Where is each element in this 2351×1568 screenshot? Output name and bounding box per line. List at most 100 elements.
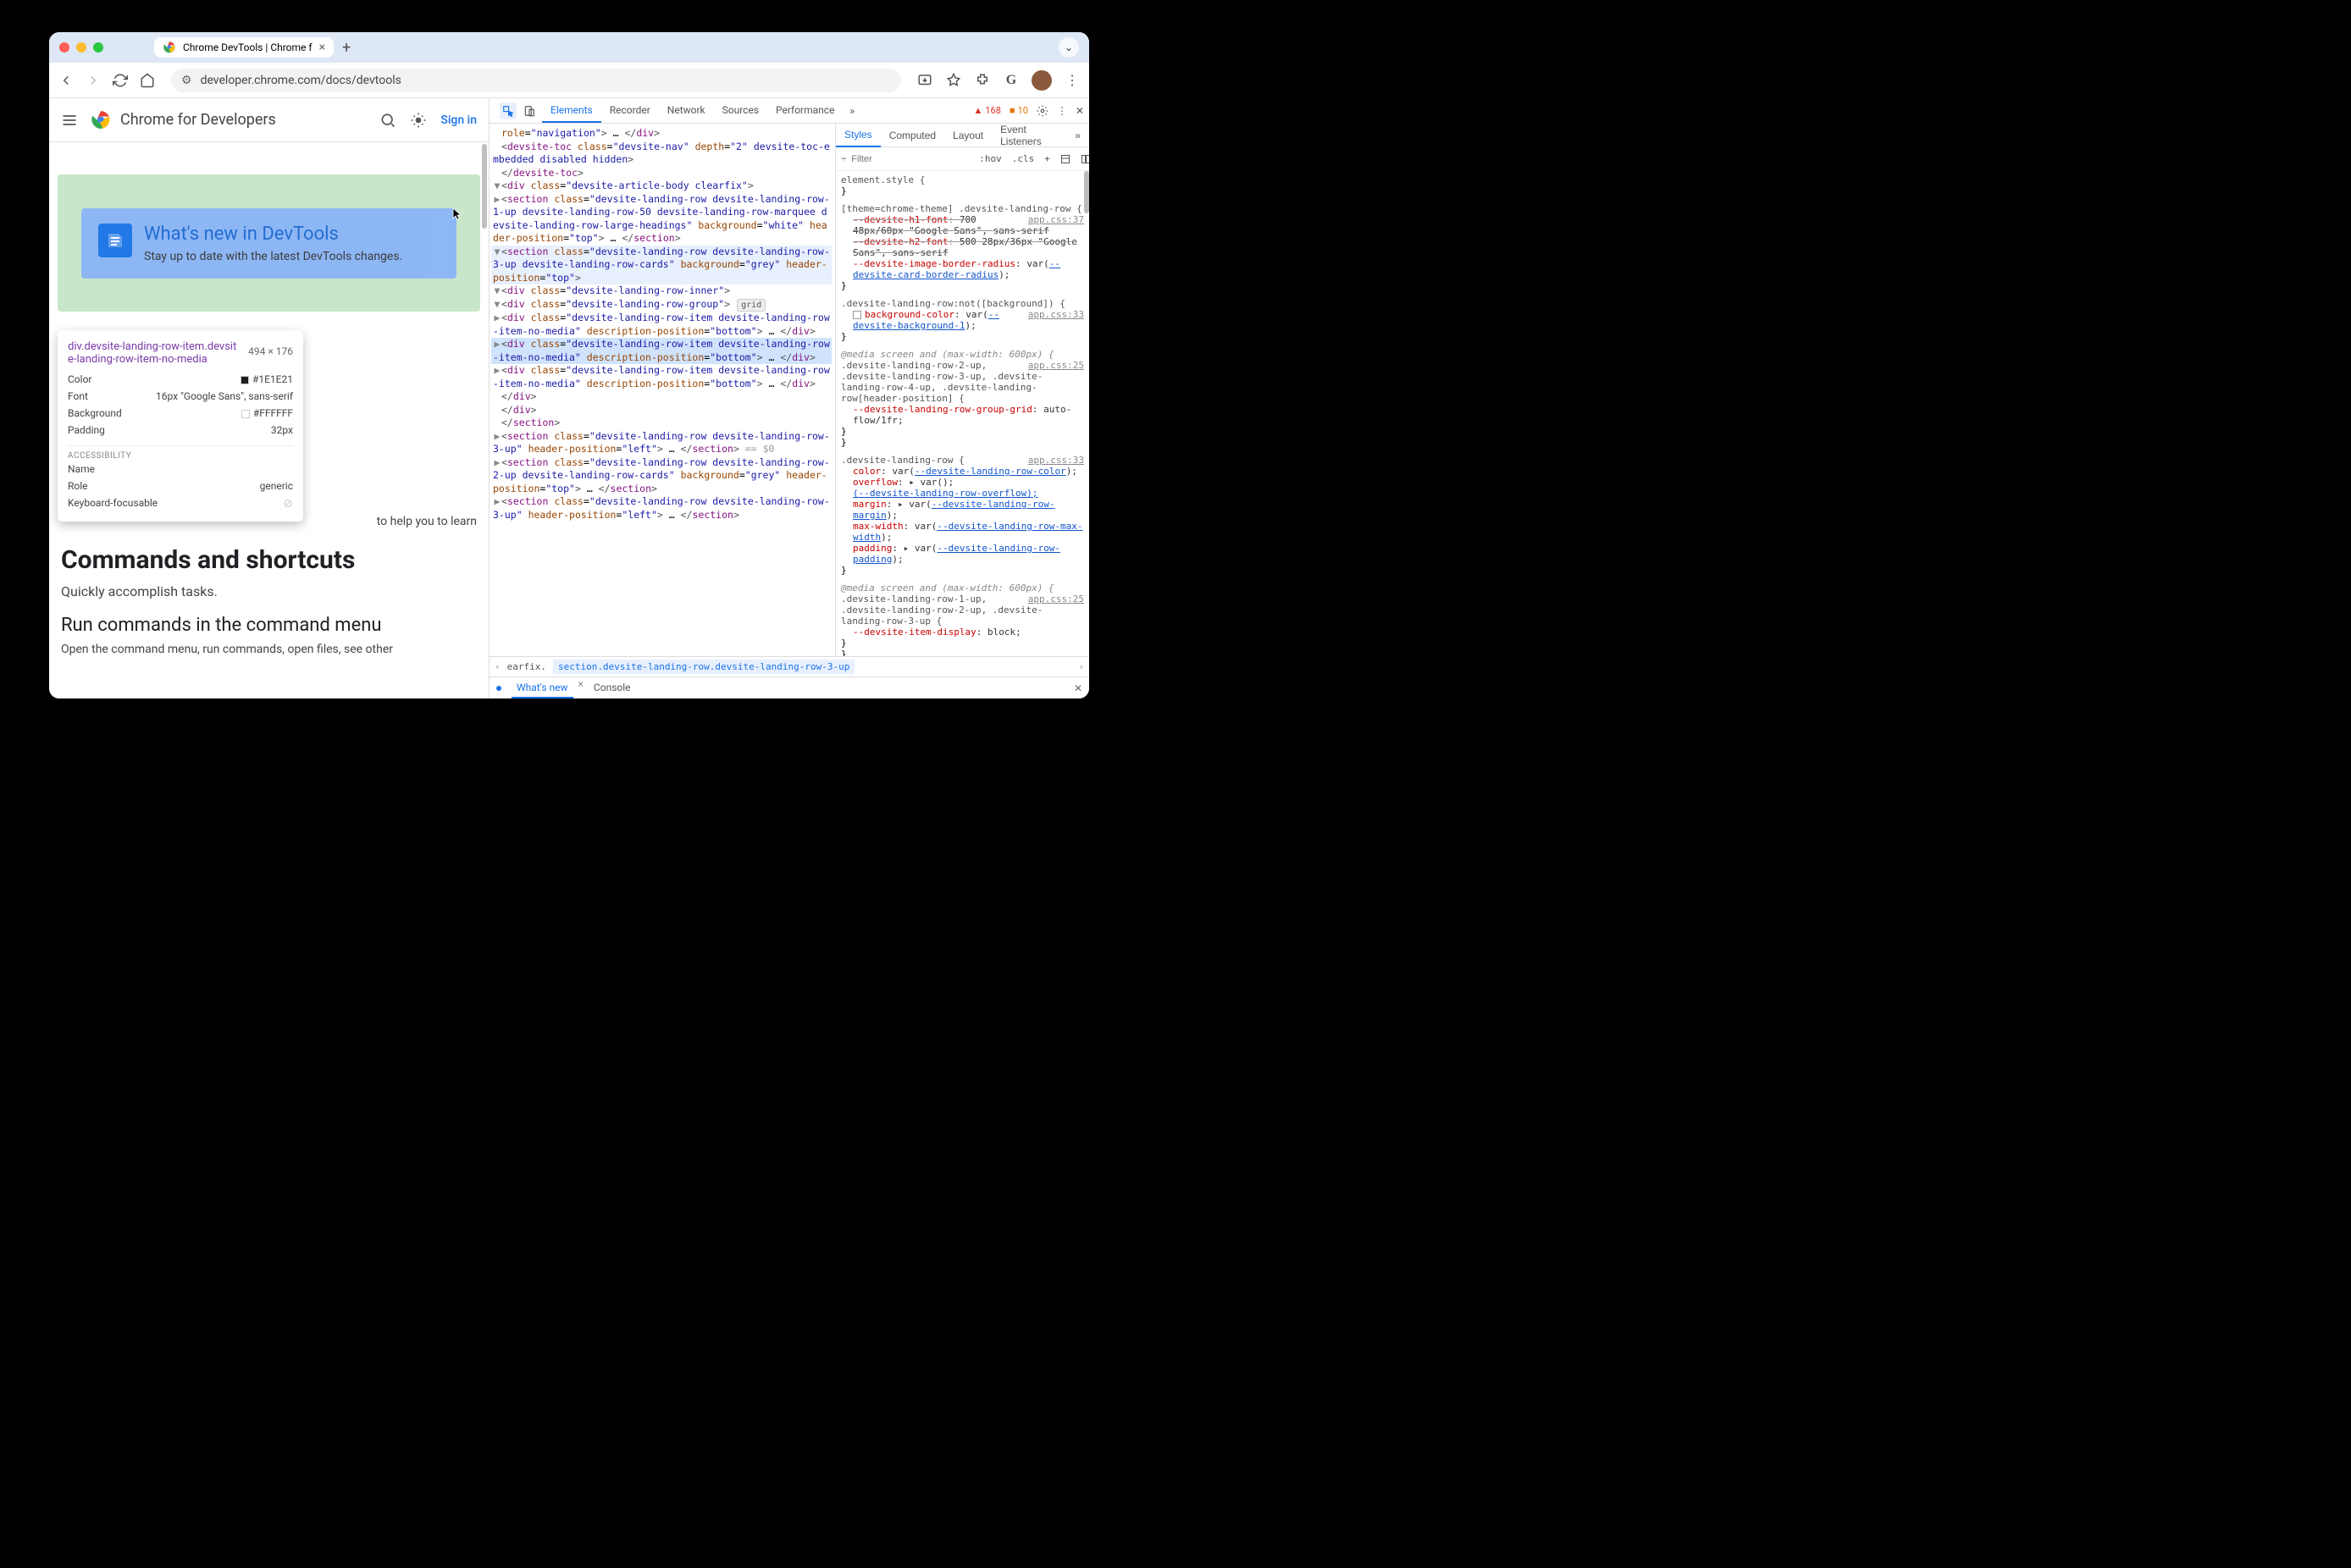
dom-node[interactable]: <devsite-toc class="devsite-nav" depth="… <box>491 141 832 167</box>
inspect-element-icon[interactable] <box>500 102 517 119</box>
reload-button[interactable] <box>112 72 129 89</box>
page-scrollbar[interactable] <box>482 144 487 229</box>
content-split: Chrome for Developers Sign in <box>49 98 1089 698</box>
error-count[interactable]: ▲168 <box>973 105 1000 116</box>
tabs-dropdown-button[interactable]: ⌄ <box>1059 37 1079 58</box>
devtools-body: role="navigation"> … </div> <devsite-toc… <box>490 124 1089 656</box>
new-tab-button[interactable]: + <box>342 39 351 57</box>
dom-node[interactable]: ▶<div class="devsite-landing-row-item de… <box>491 338 832 364</box>
tt-color-value: #1E1E21 <box>252 373 293 385</box>
dom-node[interactable]: </div> <box>491 404 832 417</box>
dom-node[interactable]: ▼<div class="devsite-landing-row-group">… <box>491 298 832 312</box>
home-button[interactable] <box>139 72 156 89</box>
styles-more-tabs-icon[interactable]: » <box>1066 124 1089 146</box>
close-window-button[interactable] <box>59 42 69 52</box>
styles-filter-input[interactable] <box>851 154 971 164</box>
dom-node[interactable]: role="navigation"> … </div> <box>491 127 832 141</box>
titlebar: Chrome DevTools | Chrome f × + ⌄ <box>49 32 1089 63</box>
more-tabs-icon[interactable]: » <box>844 105 860 117</box>
bookmark-icon[interactable] <box>945 72 962 89</box>
browser-window: Chrome DevTools | Chrome f × + ⌄ ⚙ devel… <box>49 32 1089 698</box>
dom-node[interactable]: ▶<div class="devsite-landing-row-item de… <box>491 312 832 338</box>
dom-node[interactable]: ▼<div class="devsite-landing-row-inner"> <box>491 284 832 298</box>
tt-padding-label: Padding <box>68 424 105 436</box>
breadcrumb-scroll-right-icon[interactable]: › <box>1078 661 1084 672</box>
devtools-tab-sources[interactable]: Sources <box>714 99 767 123</box>
styles-scrollbar[interactable] <box>1084 171 1089 213</box>
inspector-tooltip: div.devsite-landing-row-item.devsite-lan… <box>58 330 303 522</box>
devtools-tab-network[interactable]: Network <box>659 99 714 123</box>
whatsnew-card[interactable]: What's new in DevTools Stay up to date w… <box>58 174 480 312</box>
maximize-window-button[interactable] <box>93 42 103 52</box>
forward-button[interactable] <box>85 72 102 89</box>
filter-icon: ⫧ <box>841 153 846 165</box>
dom-node[interactable]: ▶<section class="devsite-landing-row dev… <box>491 456 832 496</box>
search-icon[interactable] <box>379 112 396 129</box>
site-header: Chrome for Developers Sign in <box>49 98 489 142</box>
tt-padding-value: 32px <box>271 424 293 436</box>
devtools-tab-performance[interactable]: Performance <box>767 99 843 123</box>
hov-toggle[interactable]: :hov <box>976 152 1004 166</box>
drawer-tab-what-s-new[interactable]: What's new <box>512 678 573 698</box>
menu-icon[interactable]: ⋮ <box>1064 72 1081 89</box>
styles-rules[interactable]: element.style {}[theme=chrome-theme] .de… <box>836 171 1089 656</box>
back-button[interactable] <box>58 72 75 89</box>
rendering-icon[interactable] <box>1078 152 1089 166</box>
devtools-tab-elements[interactable]: Elements <box>542 99 601 123</box>
breadcrumb-active[interactable]: section.devsite-landing-row.devsite-land… <box>553 660 855 674</box>
dom-node[interactable]: ▶<section class="devsite-landing-row dev… <box>491 193 832 246</box>
url-bar[interactable]: ⚙ developer.chrome.com/docs/devtools <box>171 69 901 92</box>
devtools-close-icon[interactable]: ✕ <box>1076 105 1084 117</box>
google-account-icon[interactable]: G <box>1003 72 1020 89</box>
dom-node[interactable]: ▼<div class="devsite-article-body clearf… <box>491 179 832 193</box>
dom-node[interactable]: </section> <box>491 417 832 430</box>
elements-tree[interactable]: role="navigation"> … </div> <devsite-toc… <box>490 124 835 656</box>
drawer-tab-close-icon[interactable]: × <box>578 678 584 698</box>
theme-toggle-icon[interactable] <box>410 112 427 129</box>
dom-node[interactable]: ▼<section class="devsite-landing-row dev… <box>491 246 832 285</box>
settings-icon[interactable] <box>1037 105 1048 117</box>
chrome-favicon-icon <box>163 41 176 54</box>
devtools-drawer: What's new×Console ✕ <box>490 676 1089 698</box>
styles-tab-styles[interactable]: Styles <box>836 124 881 147</box>
styles-tab-layout[interactable]: Layout <box>944 124 992 146</box>
close-tab-icon[interactable]: × <box>319 41 325 54</box>
page-h1: Commands and shortcuts <box>61 545 477 575</box>
signin-link[interactable]: Sign in <box>440 113 477 127</box>
hamburger-icon[interactable] <box>61 112 78 129</box>
breadcrumb-scroll-left-icon[interactable]: ‹ <box>495 661 501 672</box>
install-app-icon[interactable] <box>916 72 933 89</box>
minimize-window-button[interactable] <box>76 42 86 52</box>
computed-toggle-icon[interactable] <box>1058 152 1073 166</box>
new-rule-icon[interactable]: + <box>1042 152 1053 166</box>
profile-avatar[interactable] <box>1032 70 1052 91</box>
drawer-tab-console[interactable]: Console <box>589 678 636 698</box>
breadcrumb-prev[interactable]: earfix. <box>502 660 551 674</box>
dom-node[interactable]: </devsite-toc> <box>491 167 832 180</box>
styles-tab-computed[interactable]: Computed <box>881 124 944 146</box>
tt-font-label: Font <box>68 390 88 402</box>
dom-node[interactable]: ▶<section class="devsite-landing-row dev… <box>491 495 832 522</box>
drawer-close-icon[interactable]: ✕ <box>1074 682 1082 694</box>
tt-a11y-heading: ACCESSIBILITY <box>68 445 293 461</box>
device-toggle-icon[interactable] <box>523 105 535 117</box>
site-settings-icon[interactable]: ⚙ <box>181 74 192 87</box>
tt-kf-label: Keyboard-focusable <box>68 497 158 511</box>
warning-count[interactable]: ■10 <box>1010 105 1028 116</box>
url-text: developer.chrome.com/docs/devtools <box>201 74 401 87</box>
tab-title: Chrome DevTools | Chrome f <box>183 41 313 53</box>
devtools-menu-icon[interactable]: ⋮ <box>1057 105 1067 117</box>
browser-tab[interactable]: Chrome DevTools | Chrome f × <box>154 37 334 58</box>
cls-toggle[interactable]: .cls <box>1010 152 1037 166</box>
dom-node[interactable]: </div> <box>491 390 832 404</box>
browser-toolbar: ⚙ developer.chrome.com/docs/devtools G ⋮ <box>49 63 1089 98</box>
extensions-icon[interactable] <box>974 72 991 89</box>
bg-swatch-icon <box>241 410 250 418</box>
dom-node[interactable]: ▶<div class="devsite-landing-row-item de… <box>491 364 832 390</box>
color-swatch-icon <box>241 376 249 384</box>
site-brand[interactable]: Chrome for Developers <box>90 109 276 131</box>
dom-node[interactable]: ▶<section class="devsite-landing-row dev… <box>491 430 832 456</box>
devtools-tab-recorder[interactable]: Recorder <box>601 99 659 123</box>
devtools-tabs: ElementsRecorderNetworkSourcesPerformanc… <box>490 98 1089 124</box>
page-p2: Open the command menu, run commands, ope… <box>61 643 477 656</box>
